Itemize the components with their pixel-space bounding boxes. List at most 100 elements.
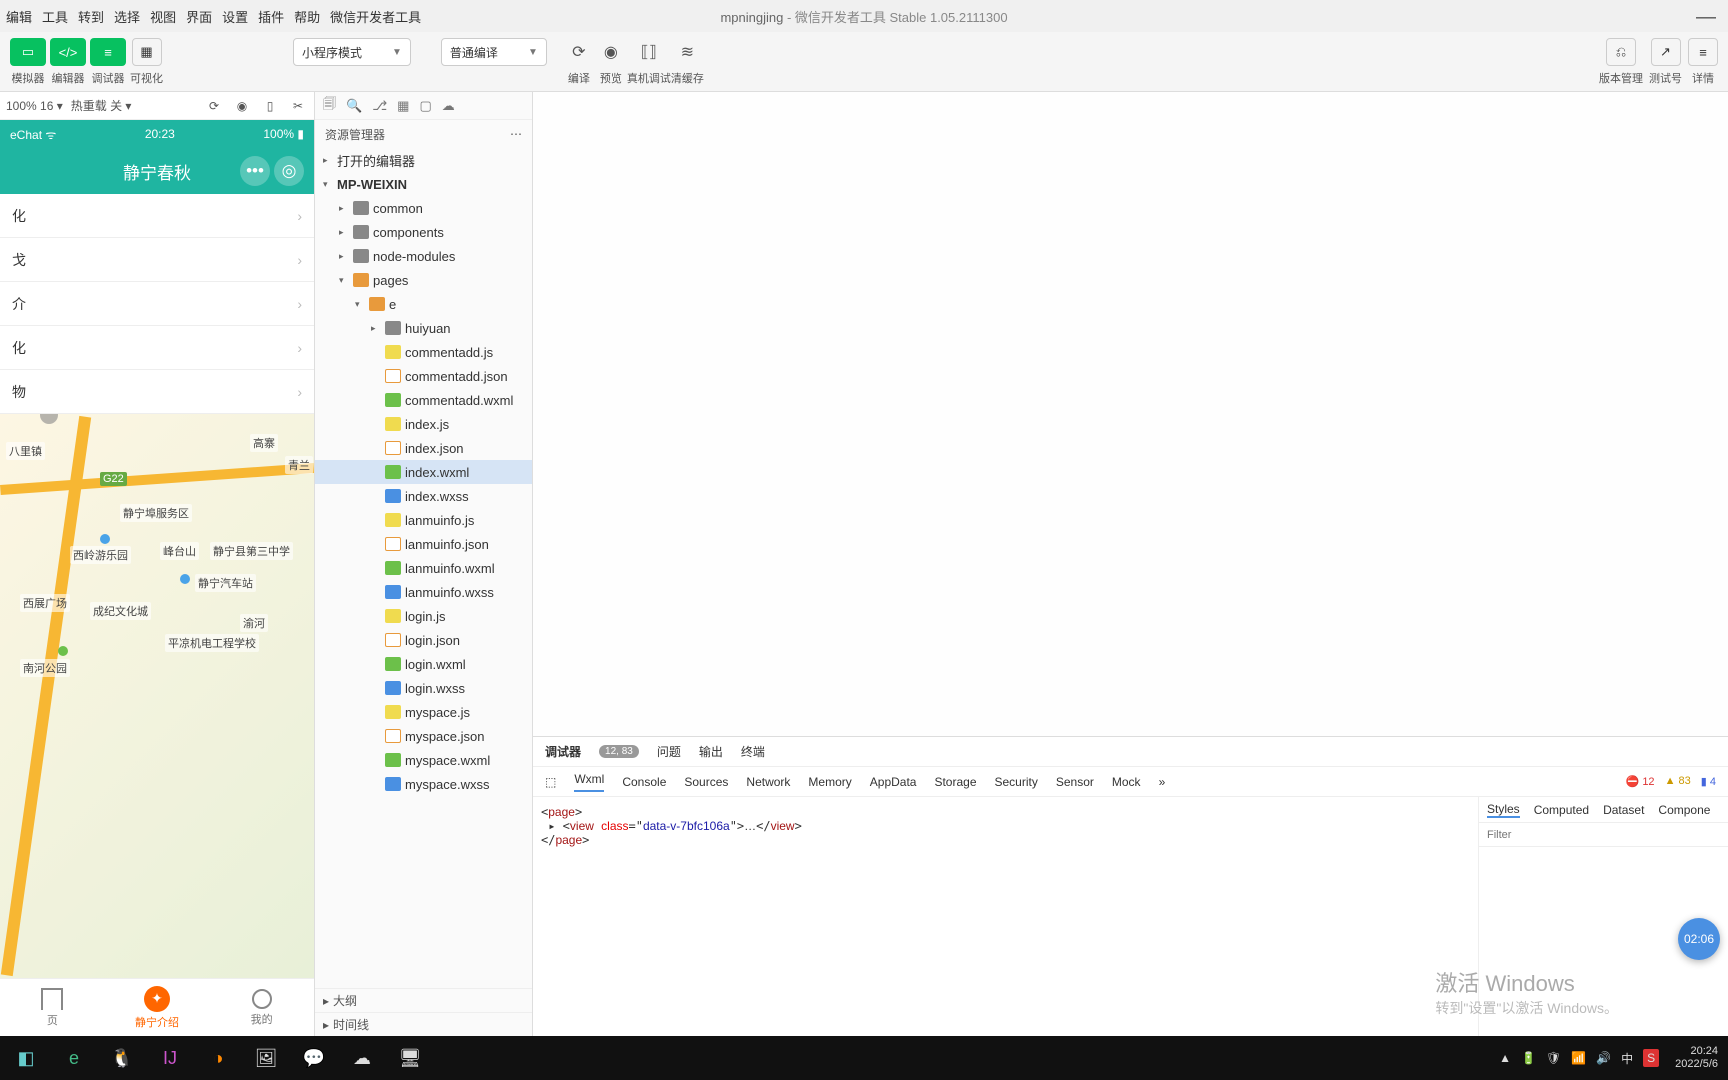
taskbar-app[interactable]: e [52, 1040, 96, 1076]
tray-icon[interactable]: 🔊 [1596, 1051, 1611, 1065]
list-item[interactable]: 化› [0, 326, 314, 370]
compile-dropdown[interactable]: 普通编译▼ [441, 38, 547, 66]
terminal-tab[interactable]: 终端 [741, 743, 765, 760]
simulator-button[interactable]: ▭ [10, 38, 46, 66]
refresh-icon[interactable]: ⟳ [204, 99, 224, 113]
more-icon[interactable]: ⋯ [510, 127, 522, 141]
devtool-tab[interactable]: Network [746, 775, 790, 789]
cut-icon[interactable]: ✂ [288, 99, 308, 113]
devtool-tab[interactable]: Sensor [1056, 775, 1094, 789]
wxml-pane[interactable]: <page> ▸ <view class="data-v-7bfc106a">…… [533, 797, 1478, 1036]
tree-file[interactable]: index.wxss [315, 484, 532, 508]
styles-tab[interactable]: Computed [1534, 803, 1589, 817]
tree-file[interactable]: login.js [315, 604, 532, 628]
tree-folder[interactable]: ▸huiyuan [315, 316, 532, 340]
tray-icon[interactable]: 🔋 [1521, 1051, 1536, 1065]
taskbar-app[interactable]: 💬 [292, 1040, 336, 1076]
devtool-tab[interactable]: Memory [808, 775, 851, 789]
testno-button[interactable]: ↗ [1651, 38, 1681, 66]
taskbar-app[interactable]: IJ [148, 1040, 192, 1076]
minimize-icon[interactable]: — [1696, 6, 1716, 29]
visual-button[interactable]: ▦ [132, 38, 162, 66]
more-tabs-icon[interactable]: » [1159, 775, 1166, 789]
styles-tab[interactable]: Styles [1487, 802, 1520, 818]
record-icon[interactable]: ◉ [232, 99, 252, 113]
editor-button[interactable]: </> [50, 38, 86, 66]
reload-dropdown[interactable]: 热重载 关 ▾ [71, 97, 132, 114]
tree-file[interactable]: myspace.wxml [315, 748, 532, 772]
problems-tab[interactable]: 问题 [657, 743, 681, 760]
files-icon[interactable]: 🗐 [323, 95, 336, 117]
menu-item[interactable]: 选择 [114, 7, 140, 26]
taskbar-app[interactable]: ◑ [196, 1040, 240, 1076]
tray-icon[interactable]: 🛡 [1546, 1051, 1561, 1065]
menu-item[interactable]: 工具 [42, 7, 68, 26]
detail-button[interactable]: ≡ [1688, 38, 1718, 66]
devtool-tab[interactable]: Security [995, 775, 1038, 789]
tree-file[interactable]: lanmuinfo.json [315, 532, 532, 556]
tree-file[interactable]: lanmuinfo.wxml [315, 556, 532, 580]
menu-item[interactable]: 视图 [150, 7, 176, 26]
tree-section[interactable]: ▸大纲 [315, 988, 532, 1012]
tree-file[interactable]: index.js [315, 412, 532, 436]
error-count[interactable]: ⛔ 12 [1626, 775, 1655, 788]
tab-intro[interactable]: ✦静宁介绍 [105, 979, 210, 1036]
tree-file[interactable]: myspace.js [315, 700, 532, 724]
menu-item[interactable]: 转到 [78, 7, 104, 26]
tree-root[interactable]: ▾MP-WEIXIN [315, 172, 532, 196]
more-icon[interactable]: ••• [240, 156, 270, 186]
taskbar-app[interactable]: ◧ [4, 1040, 48, 1076]
scale-dropdown[interactable]: 100% 16 ▾ [6, 99, 63, 113]
compile-button[interactable]: ⟳ [563, 38, 595, 66]
preview-button[interactable]: ◉ [595, 38, 627, 66]
tree-section[interactable]: ▸时间线 [315, 1012, 532, 1036]
record-bubble[interactable]: 02:06 [1678, 918, 1720, 960]
search-icon[interactable]: 🔍 [346, 98, 362, 114]
tree-folder[interactable]: ▸node-modules [315, 244, 532, 268]
filter-input[interactable] [1479, 823, 1728, 846]
tree-section[interactable]: ▸打开的编辑器 [315, 148, 532, 172]
ext-icon[interactable]: ▦ [397, 98, 409, 114]
tray-icon[interactable]: 📶 [1571, 1051, 1586, 1065]
tab-mine[interactable]: 我的 [209, 979, 314, 1036]
menu-item[interactable]: 编辑 [6, 7, 32, 26]
tree-file[interactable]: index.json [315, 436, 532, 460]
taskbar-app[interactable]: 🖥 [388, 1040, 432, 1076]
menu-item[interactable]: 帮助 [294, 7, 320, 26]
list-item[interactable]: 介› [0, 282, 314, 326]
mode-dropdown[interactable]: 小程序模式▼ [293, 38, 411, 66]
inspect-icon[interactable]: ⬚ [545, 775, 556, 789]
info-count[interactable]: ▮ 4 [1701, 775, 1716, 788]
device-icon[interactable]: ▯ [260, 99, 280, 113]
cloud-icon[interactable]: ☁ [442, 98, 455, 114]
styles-tab[interactable]: Compone [1658, 803, 1710, 817]
tree-folder[interactable]: ▸common [315, 196, 532, 220]
tree-file[interactable]: myspace.wxss [315, 772, 532, 796]
list-item[interactable]: 物› [0, 370, 314, 414]
tray-icon[interactable]: ▲ [1499, 1051, 1511, 1065]
list-item[interactable]: 戈› [0, 238, 314, 282]
tree-file[interactable]: commentadd.wxml [315, 388, 532, 412]
box-icon[interactable]: ▢ [419, 98, 431, 114]
devtool-tab[interactable]: Storage [934, 775, 976, 789]
tree-file[interactable]: commentadd.js [315, 340, 532, 364]
map-view[interactable]: 高寨 青兰 八里镇 G22 静宁埠服务区 西岭游乐园 峰台山 静宁县第三中学 静… [0, 414, 314, 978]
output-tab[interactable]: 输出 [699, 743, 723, 760]
tree-file[interactable]: lanmuinfo.wxss [315, 580, 532, 604]
tree-folder[interactable]: ▾e [315, 292, 532, 316]
list-item[interactable]: 化› [0, 194, 314, 238]
tree-file[interactable]: login.wxml [315, 652, 532, 676]
code-editor[interactable] [533, 92, 1728, 736]
taskbar-app[interactable]: 🐧 [100, 1040, 144, 1076]
tray-icon[interactable]: S [1643, 1049, 1659, 1067]
debugger-tab[interactable]: 调试器 [545, 743, 581, 760]
tree-file[interactable]: lanmuinfo.js [315, 508, 532, 532]
devtool-tab[interactable]: Mock [1112, 775, 1141, 789]
tree-file-selected[interactable]: index.wxml [315, 460, 532, 484]
branch-icon[interactable]: ⎇ [372, 98, 387, 114]
clear-cache-button[interactable]: ≋ [671, 38, 703, 66]
taskbar-app[interactable]: 🖼 [244, 1040, 288, 1076]
debugger-button[interactable]: ≡ [90, 38, 126, 66]
tree-folder[interactable]: ▸components [315, 220, 532, 244]
tree-file[interactable]: commentadd.json [315, 364, 532, 388]
